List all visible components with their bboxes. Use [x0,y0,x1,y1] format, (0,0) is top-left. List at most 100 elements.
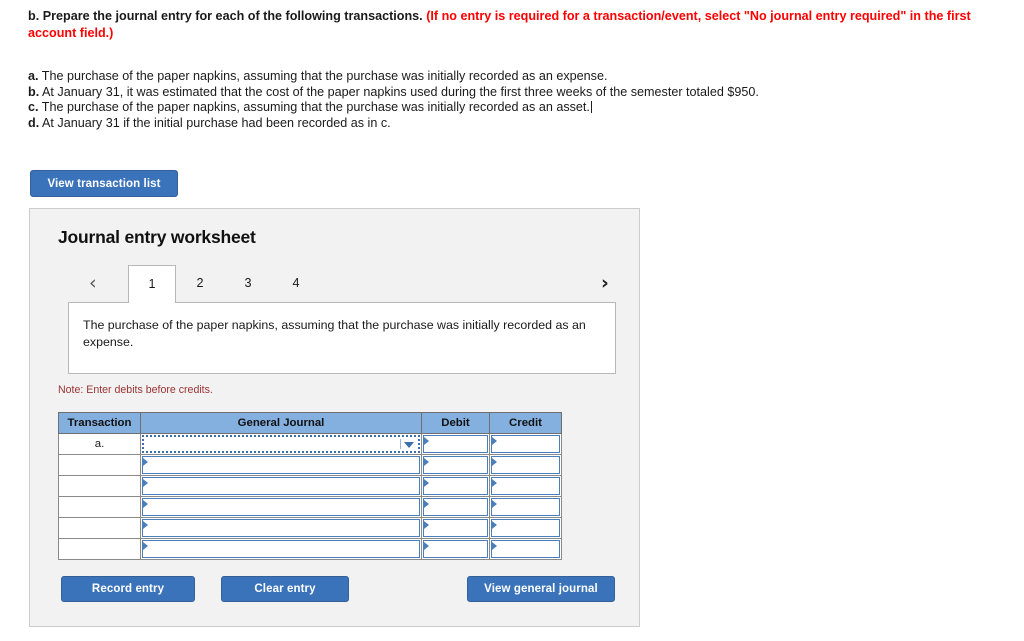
cell-credit[interactable] [489,433,562,455]
account-select-2[interactable] [142,456,420,474]
list-item: a. The purchase of the paper napkins, as… [28,69,988,85]
cell-general-journal[interactable] [140,454,422,476]
cell-credit[interactable] [489,538,562,560]
credit-input-2[interactable] [491,456,560,474]
column-header-debit: Debit [421,412,490,434]
transaction-items-list: a. The purchase of the paper napkins, as… [28,69,988,131]
cell-transaction: a. [58,433,141,455]
cell-general-journal[interactable] [140,496,422,518]
account-select-6[interactable] [142,540,420,558]
cell-general-journal[interactable] [140,475,422,497]
cell-wrap [490,539,561,559]
cell-credit[interactable] [489,454,562,476]
item-text-a: The purchase of the paper napkins, assum… [38,69,608,83]
cell-transaction [58,517,141,539]
credit-input-3[interactable] [491,477,560,495]
cell-credit[interactable] [489,496,562,518]
debits-before-credits-note: Note: Enter debits before credits. [58,384,213,396]
page-title: Journal entry worksheet [58,227,256,247]
cell-transaction [58,475,141,497]
item-label-a: a. [28,69,39,83]
cell-wrap [490,455,561,475]
debit-input-6[interactable] [423,540,488,558]
item-text-b: At January 31, it was estimated that the… [39,84,759,99]
journal-entry-worksheet-panel: Journal entry worksheet ‹ 1 2 3 4 › The … [29,208,640,627]
item-text-d: At January 31 if the initial purchase ha… [39,115,391,130]
cell-wrap [422,518,489,538]
item-label-c: c. [28,100,39,115]
account-select-5[interactable] [142,519,420,537]
tab-3[interactable]: 3 [224,265,272,303]
combo-separator [400,439,401,449]
worksheet-prompt-text: The purchase of the paper napkins, assum… [83,318,586,349]
cell-wrap [141,518,421,538]
cell-wrap [141,434,421,454]
worksheet-tabstrip: ‹ 1 2 3 4 › [59,265,641,303]
view-transaction-list-button[interactable]: View transaction list [30,170,178,197]
cell-credit[interactable] [489,475,562,497]
clear-entry-button[interactable]: Clear entry [221,576,349,602]
cell-wrap [422,434,489,454]
cell-debit[interactable] [421,517,490,539]
cell-debit[interactable] [421,496,490,518]
cell-general-journal[interactable] [140,538,422,560]
cell-wrap [141,455,421,475]
credit-input-1[interactable] [491,435,560,453]
cell-wrap [141,539,421,559]
tab-1[interactable]: 1 [128,265,176,303]
credit-input-6[interactable] [491,540,560,558]
debit-input-4[interactable] [423,498,488,516]
cell-wrap [422,497,489,517]
table-row [58,538,562,560]
item-text-c: The purchase of the paper napkins, assum… [38,100,590,115]
cell-wrap [490,434,561,454]
cell-debit[interactable] [421,538,490,560]
question-instructions: b. Prepare the journal entry for each of… [28,8,1014,41]
table-header-row: Transaction General Journal Debit Credit [58,412,562,434]
table-row [58,454,562,476]
tab-2[interactable]: 2 [176,265,224,303]
cell-credit[interactable] [489,517,562,539]
view-general-journal-button[interactable]: View general journal [467,576,615,602]
account-select-3[interactable] [142,477,420,495]
question-lead-label: b. [28,9,40,23]
column-header-general-journal: General Journal [140,412,422,434]
debit-input-1[interactable] [423,435,488,453]
account-select-1[interactable] [142,435,420,453]
chevron-left-icon[interactable]: ‹ [89,273,97,293]
text-cursor [590,101,592,114]
item-label-d: d. [28,115,40,130]
list-item: c. The purchase of the paper napkins, as… [28,100,988,116]
list-item: b. At January 31, it was estimated that … [28,85,988,101]
chevron-down-icon[interactable] [404,442,414,448]
cell-debit[interactable] [421,433,490,455]
worksheet-prompt-box: The purchase of the paper napkins, assum… [68,302,616,374]
tab-4[interactable]: 4 [272,265,320,303]
table-row: a. [58,433,562,455]
cell-wrap [141,497,421,517]
table-row [58,517,562,539]
chevron-right-icon[interactable]: › [601,273,609,293]
column-header-credit: Credit [489,412,562,434]
cell-wrap [490,497,561,517]
record-entry-button[interactable]: Record entry [61,576,195,602]
cell-wrap [422,476,489,496]
table-row [58,496,562,518]
cell-general-journal[interactable] [140,433,422,455]
cell-debit[interactable] [421,454,490,476]
credit-input-4[interactable] [491,498,560,516]
account-select-4[interactable] [142,498,420,516]
credit-input-5[interactable] [491,519,560,537]
debit-input-3[interactable] [423,477,488,495]
cell-wrap [141,476,421,496]
list-item: d. At January 31 if the initial purchase… [28,116,988,132]
debit-input-5[interactable] [423,519,488,537]
cell-wrap [422,455,489,475]
debit-input-2[interactable] [423,456,488,474]
cell-transaction [58,496,141,518]
cell-general-journal[interactable] [140,517,422,539]
cell-transaction [58,454,141,476]
column-header-transaction: Transaction [58,412,141,434]
cell-debit[interactable] [421,475,490,497]
cell-transaction [58,538,141,560]
